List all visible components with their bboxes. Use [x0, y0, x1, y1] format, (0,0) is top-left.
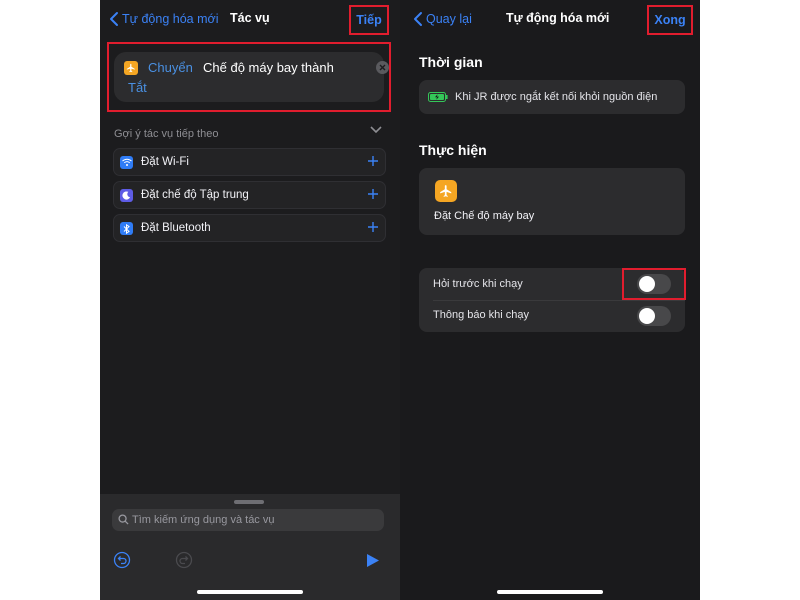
notify-when-run-toggle[interactable] — [637, 306, 671, 326]
action-state-token[interactable]: Tắt — [128, 80, 147, 95]
back-button[interactable]: Quay lại — [412, 10, 472, 28]
do-action-card[interactable]: Đặt Chế độ máy bay — [419, 168, 685, 235]
navigation-bar: Tự động hóa mới Tác vụ Tiếp — [100, 0, 400, 40]
suggestion-label: Đặt Bluetooth — [141, 222, 211, 234]
undo-icon[interactable] — [113, 551, 131, 569]
suggestions-header[interactable]: Gợi ý tác vụ tiếp theo — [114, 124, 384, 140]
search-input[interactable]: Tìm kiếm ứng dụng và tác vụ — [112, 509, 384, 531]
when-header: Thời gian — [419, 54, 483, 70]
plus-icon[interactable] — [367, 188, 379, 200]
chevron-left-icon — [414, 12, 422, 26]
chevron-down-icon — [370, 126, 382, 134]
page-title: Tác vụ — [230, 11, 270, 25]
toggle-knob — [639, 308, 655, 324]
home-indicator — [497, 590, 603, 594]
suggestion-item-wifi[interactable]: Đặt Wi-Fi — [113, 148, 386, 176]
sheet-grabber[interactable] — [234, 500, 264, 504]
action-card[interactable]: Chuyển Chế độ máy bay thành Tắt — [114, 52, 389, 102]
play-icon[interactable] — [366, 553, 380, 568]
close-icon — [379, 64, 386, 71]
back-label: Tự động hóa mới — [122, 12, 219, 26]
clear-action-button[interactable] — [376, 61, 389, 74]
airplane-icon — [124, 61, 138, 75]
action-verb-token[interactable]: Chuyển — [148, 60, 193, 75]
search-icon — [118, 514, 129, 525]
next-button[interactable]: Tiếp — [349, 5, 389, 35]
wifi-icon — [120, 156, 133, 169]
suggestion-item-bluetooth[interactable]: Đặt Bluetooth — [113, 214, 386, 242]
plus-icon[interactable] — [367, 155, 379, 167]
trigger-text: Khi JR được ngắt kết nối khỏi nguồn điện — [455, 91, 658, 103]
suggestions-header-label: Gợi ý tác vụ tiếp theo — [114, 128, 219, 140]
divider — [433, 300, 685, 301]
plus-icon[interactable] — [367, 221, 379, 233]
back-button[interactable]: Tự động hóa mới — [108, 10, 218, 28]
home-indicator — [197, 590, 303, 594]
do-header: Thực hiện — [419, 142, 487, 158]
navigation-bar: Quay lại Tự động hóa mới Xong — [400, 0, 700, 40]
ask-before-running-label: Hỏi trước khi chạy — [433, 278, 523, 290]
page-title: Tự động hóa mới — [506, 11, 610, 25]
suggestion-item-focus[interactable]: Đặt chế độ Tập trung — [113, 181, 386, 209]
right-phone-screen: Quay lại Tự động hóa mới Xong Thời gian … — [400, 0, 700, 600]
search-placeholder: Tìm kiếm ứng dụng và tác vụ — [132, 514, 275, 526]
moon-icon — [120, 189, 133, 202]
back-label: Quay lại — [426, 12, 472, 26]
left-phone-screen: Tự động hóa mới Tác vụ Tiếp Chuyển Chế đ… — [100, 0, 400, 600]
redo-icon[interactable] — [175, 551, 193, 569]
suggestion-label: Đặt Wi-Fi — [141, 156, 189, 168]
suggestion-label: Đặt chế độ Tập trung — [141, 189, 249, 201]
bottom-panel: Tìm kiếm ứng dụng và tác vụ — [100, 494, 400, 600]
done-button[interactable]: Xong — [647, 5, 693, 35]
battery-icon — [428, 92, 448, 102]
bluetooth-icon — [120, 222, 133, 235]
notify-when-run-label: Thông báo khi chạy — [433, 309, 530, 321]
trigger-card[interactable]: Khi JR được ngắt kết nối khỏi nguồn điện — [419, 80, 685, 114]
do-action-label: Đặt Chế độ máy bay — [434, 210, 535, 222]
highlight-box — [622, 268, 686, 300]
airplane-icon — [435, 180, 457, 202]
chevron-left-icon — [110, 12, 118, 26]
action-text: Chế độ máy bay thành — [203, 60, 334, 75]
